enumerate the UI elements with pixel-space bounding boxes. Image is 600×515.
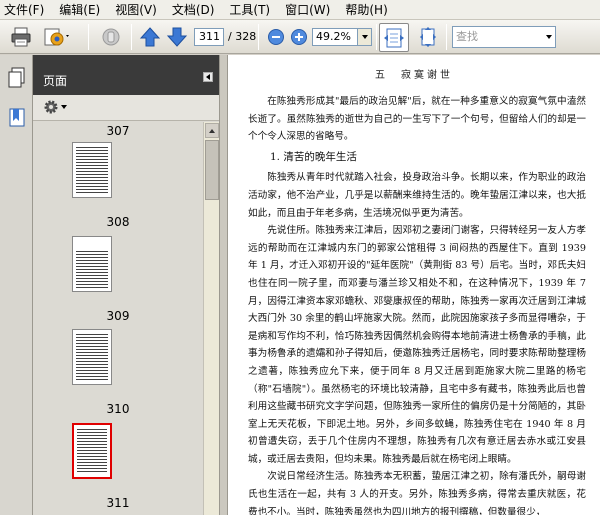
zoom-level-input[interactable]: 49.2% [312, 28, 358, 46]
thumbnail-label: 311 [106, 496, 130, 510]
pages-panel-title: 页面 [43, 74, 68, 88]
chevron-down-icon [61, 105, 67, 109]
menu-edit[interactable]: 编辑(E) [59, 1, 100, 18]
menu-document[interactable]: 文档(D) [172, 1, 215, 18]
chevron-left-icon [206, 74, 210, 80]
hand-tool-button[interactable] [98, 25, 124, 49]
print-button[interactable] [8, 25, 34, 49]
menu-tools[interactable]: 工具(T) [229, 1, 270, 18]
toolbar-separator [88, 24, 89, 50]
paragraph: 陈独秀从青年时代就踏入社会，投身政治斗争。长期以来，作为职业的政治活动家，他不治… [248, 172, 586, 219]
email-icon [44, 28, 69, 46]
menu-file[interactable]: 文件(F) [4, 1, 44, 18]
fit-width-button[interactable] [379, 23, 409, 52]
toolbar: 311 / 328 49.2% 查找 [0, 20, 600, 54]
collapse-panel-button[interactable] [203, 72, 213, 82]
scroll-up-button[interactable] [205, 123, 219, 138]
search-input[interactable]: 查找 [452, 26, 556, 48]
navigation-icon-strip [0, 55, 33, 515]
page-thumbnail-selected[interactable] [72, 423, 112, 479]
bookmark-icon [9, 108, 25, 127]
menu-view[interactable]: 视图(V) [115, 1, 157, 18]
panel-options-button[interactable] [43, 99, 67, 115]
panel-options-row [33, 95, 219, 121]
toolbar-separator [376, 24, 377, 50]
hand-icon [102, 28, 120, 46]
menu-bar: 文件(F) 编辑(E) 视图(V) 文档(D) 工具(T) 窗口(W) 帮助(H… [0, 0, 600, 20]
chevron-down-icon [361, 35, 368, 39]
thumbnail-label: 308 [106, 215, 130, 229]
thumbnail-label: 310 [106, 402, 130, 416]
toolbar-separator [258, 24, 259, 50]
thumbnail-label: 309 [106, 309, 130, 323]
scrollbar-thumb[interactable] [205, 140, 219, 200]
section-title: 1. 清苦的晚年生活 [270, 150, 357, 163]
paragraph: 在陈独秀形成其"最后的政治见解"后，就在一种多重意义的寂寞气氛中溘然长逝了。虽然… [248, 96, 586, 143]
bookmarks-panel-button[interactable] [7, 107, 27, 129]
arrow-down-icon [166, 27, 188, 47]
gear-icon [44, 100, 58, 114]
thumbnail-list: 307 308 309 310 311 [33, 122, 203, 515]
document-body: 在陈独秀形成其"最后的政治见解"后，就在一种多重意义的寂寞气氛中溘然长逝了。虽然… [248, 93, 586, 515]
next-page-button[interactable] [164, 25, 190, 49]
menu-window[interactable]: 窗口(W) [285, 1, 330, 18]
chevron-down-icon [546, 35, 552, 39]
fit-page-button[interactable] [414, 25, 442, 49]
page-thumbnail[interactable] [72, 236, 112, 292]
zoom-in-button[interactable] [286, 25, 312, 49]
page-thumbnail[interactable] [72, 142, 112, 198]
panel-splitter[interactable] [219, 55, 228, 515]
chevron-up-icon [209, 128, 215, 133]
fit-width-icon [384, 28, 404, 47]
document-view[interactable]: 五 寂寞谢世 在陈独秀形成其"最后的政治见解"后，就在一种多重意义的寂寞气氛中溘… [228, 55, 600, 515]
toolbar-separator [131, 24, 132, 50]
previous-page-button[interactable] [137, 25, 163, 49]
page-number-input[interactable]: 311 [194, 28, 224, 46]
paragraph: 先说住所。陈独秀来江津后，因邓初之妻闭门谢客，只得转经另一友人方孝远的帮助而在江… [248, 225, 586, 465]
paragraph: 次说日常经济生活。陈独秀本无积蓄，蛰居江津之初，除有潘氏外，嗣母谢氏也生活在一起… [248, 471, 586, 515]
menu-help[interactable]: 帮助(H) [345, 1, 387, 18]
thumbnail-label: 307 [106, 124, 130, 138]
search-dropdown-button[interactable] [544, 27, 554, 47]
zoom-out-icon [268, 29, 284, 45]
fit-page-icon [420, 27, 436, 47]
pages-panel-button[interactable] [7, 67, 27, 89]
page-running-header: 五 寂寞谢世 [375, 70, 453, 81]
pages-panel: 页面 307 308 309 310 311 [33, 55, 219, 515]
pages-panel-header: 页面 [33, 55, 219, 95]
toolbar-separator [446, 24, 447, 50]
pages-icon [8, 67, 25, 88]
email-button[interactable] [40, 25, 74, 49]
page-total: / 328 [228, 30, 257, 43]
zoom-dropdown-button[interactable] [358, 28, 372, 46]
page-thumbnail[interactable] [72, 329, 112, 385]
printer-icon [11, 27, 31, 47]
arrow-up-icon [139, 27, 161, 47]
zoom-in-icon [291, 29, 307, 45]
thumbnail-scrollbar[interactable] [203, 122, 219, 515]
